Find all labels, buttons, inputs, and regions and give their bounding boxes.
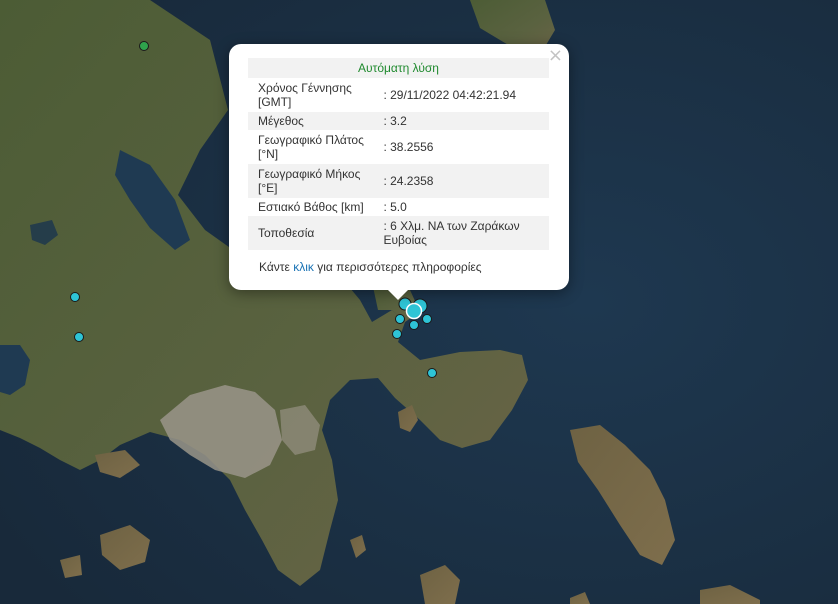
popup-tip	[386, 288, 410, 300]
marker-cluster-7[interactable]	[392, 329, 402, 339]
marker-west-2[interactable]	[74, 332, 84, 342]
marker-cluster-6[interactable]	[422, 314, 432, 324]
row-value: : 38.2556	[383, 140, 434, 154]
row-label: Γεωγραφικό Πλάτος [°N]	[258, 133, 364, 161]
marker-north[interactable]	[139, 41, 149, 51]
marker-south[interactable]	[427, 368, 437, 378]
more-info-text: Κάντε κλικ για περισσότερες πληροφορίες	[259, 260, 482, 274]
row-value: : 29/11/2022 04:42:21.94	[383, 88, 516, 102]
more-info-link[interactable]: κλικ	[293, 260, 314, 274]
row-latitude: Γεωγραφικό Πλάτος [°N] : 38.2556	[248, 130, 549, 164]
earthquake-info-popup: × Αυτόματη λύση Χρόνος Γέννησης [GMT] : …	[229, 44, 569, 290]
popup-title: Αυτόματη λύση	[248, 58, 549, 78]
row-depth: Εστιακό Βάθος [km] : 5.0	[248, 198, 549, 216]
row-longitude: Γεωγραφικό Μήκος [°E] : 24.2358	[248, 164, 549, 198]
row-value: : 5.0	[383, 200, 407, 214]
marker-cluster-4[interactable]	[395, 314, 405, 324]
more-prefix: Κάντε	[259, 260, 294, 274]
row-value: : 6 Χλμ. ΝΑ των Ζαράκων Ευβοίας	[383, 219, 520, 247]
row-origin-time: Χρόνος Γέννησης [GMT] : 29/11/2022 04:42…	[248, 78, 549, 112]
more-suffix: για περισσότερες πληροφορίες	[313, 260, 482, 274]
marker-west-1[interactable]	[70, 292, 80, 302]
row-value: : 24.2358	[383, 174, 434, 188]
row-location: Τοποθεσία : 6 Χλμ. ΝΑ των Ζαράκων Ευβοία…	[248, 216, 549, 250]
earthquake-info-table: Αυτόματη λύση Χρόνος Γέννησης [GMT] : 29…	[248, 58, 549, 250]
close-icon[interactable]: ×	[548, 47, 563, 65]
row-label: Τοποθεσία	[258, 226, 315, 240]
row-label: Μέγεθος	[258, 114, 304, 128]
row-label: Χρόνος Γέννησης [GMT]	[258, 81, 352, 109]
marker-cluster-5[interactable]	[409, 320, 419, 330]
row-label: Εστιακό Βάθος [km]	[258, 200, 364, 214]
row-label: Γεωγραφικό Μήκος [°E]	[258, 167, 361, 195]
row-magnitude: Μέγεθος : 3.2	[248, 112, 549, 130]
row-value: : 3.2	[383, 114, 407, 128]
marker-cluster-selected[interactable]	[405, 302, 423, 320]
